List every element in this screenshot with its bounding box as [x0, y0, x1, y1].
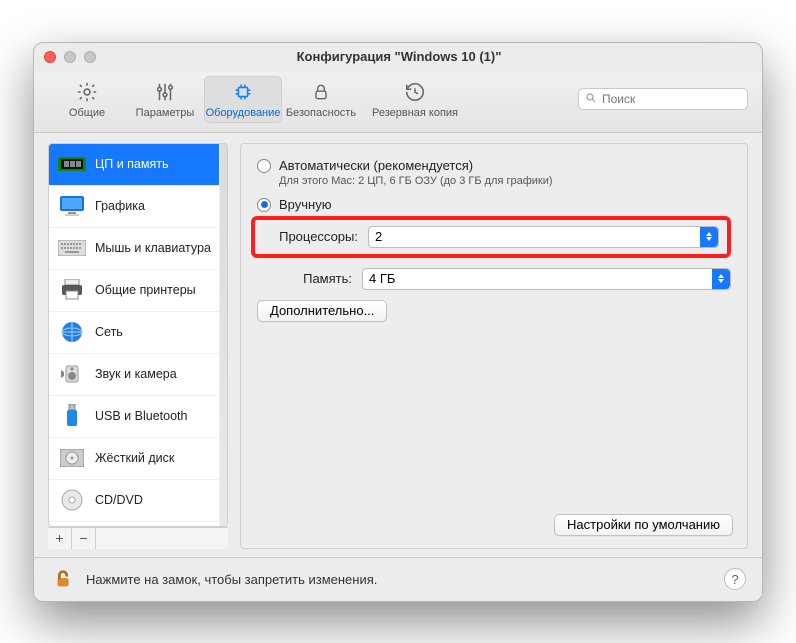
- search-field[interactable]: [578, 88, 748, 110]
- window-title: Конфигурация "Windows 10 (1)": [46, 49, 752, 64]
- toolbar-tab-general[interactable]: Общие: [48, 76, 126, 123]
- printer-icon: [57, 277, 87, 303]
- gear-icon: [75, 80, 99, 104]
- speaker-icon: [57, 361, 87, 387]
- processors-label: Процессоры:: [263, 229, 358, 244]
- sidebar-item-graphics[interactable]: Графика: [49, 186, 219, 228]
- titlebar: Конфигурация "Windows 10 (1)": [34, 43, 762, 71]
- sidebar-item-cddvd[interactable]: CD/DVD: [49, 480, 219, 522]
- footer: Нажмите на замок, чтобы запретить измене…: [34, 557, 762, 601]
- hdd-icon: [57, 445, 87, 471]
- processors-select[interactable]: 2: [368, 226, 719, 248]
- search-input[interactable]: [602, 92, 757, 106]
- sidebar-item-label: Сеть: [95, 325, 123, 339]
- sidebar-scrollbar[interactable]: [219, 144, 227, 526]
- toolbar-tab-options[interactable]: Параметры: [126, 76, 204, 123]
- sidebar-item-label: Звук и камера: [95, 367, 177, 381]
- toolbar-label: Общие: [69, 107, 105, 119]
- stepper-arrows-icon: [700, 227, 718, 247]
- hardware-sidebar: ЦП и память Графика Мышь и: [48, 143, 228, 527]
- sidebar-item-label: ЦП и память: [95, 157, 168, 171]
- sidebar-item-label: USB и Bluetooth: [95, 409, 187, 423]
- body: ЦП и память Графика Мышь и: [34, 133, 762, 557]
- search-icon: [585, 92, 597, 107]
- sidebar-item-sound[interactable]: Звук и камера: [49, 354, 219, 396]
- sidebar-item-label: Жёсткий диск: [95, 451, 174, 465]
- lock-icon: [309, 80, 333, 104]
- toolbar-label: Безопасность: [286, 107, 356, 119]
- toolbar-tab-hardware[interactable]: Оборудование: [204, 76, 282, 123]
- toolbar-label: Оборудование: [206, 107, 281, 119]
- sidebar-item-cpu[interactable]: ЦП и память: [49, 144, 219, 186]
- defaults-button[interactable]: Настройки по умолчанию: [554, 514, 733, 536]
- mode-auto-label: Автоматически (рекомендуется): [279, 158, 473, 173]
- monitor-icon: [57, 193, 87, 219]
- usb-icon: [57, 403, 87, 429]
- chip-icon: [231, 80, 255, 104]
- config-window: Конфигурация "Windows 10 (1)" Общие Пара…: [33, 42, 763, 602]
- history-icon: [403, 80, 427, 104]
- sidebar-item-hdd[interactable]: Жёсткий диск: [49, 438, 219, 480]
- radio-auto[interactable]: [257, 159, 271, 173]
- content-panel: Автоматически (рекомендуется) Для этого …: [240, 143, 748, 549]
- sidebar-item-label: Графика: [95, 199, 145, 213]
- toolbar-tab-security[interactable]: Безопасность: [282, 76, 360, 123]
- keyboard-icon: [57, 235, 87, 261]
- cpu-icon: [57, 151, 87, 177]
- toolbar: Общие Параметры Оборудование: [34, 71, 762, 133]
- toolbar-tab-backup[interactable]: Резервная копия: [360, 76, 470, 123]
- mode-manual-label: Вручную: [279, 197, 331, 212]
- sidebar-item-mouse[interactable]: Мышь и клавиатура: [49, 228, 219, 270]
- memory-label: Память:: [257, 271, 352, 286]
- sidebar-item-label: Мышь и клавиатура: [95, 241, 211, 255]
- sidebar-item-usb[interactable]: USB и Bluetooth: [49, 396, 219, 438]
- processors-highlight: Процессоры: 2: [251, 216, 731, 258]
- stepper-arrows-icon: [712, 269, 730, 289]
- lock-button[interactable]: [50, 566, 76, 592]
- mode-auto-sub: Для этого Mac: 2 ЦП, 6 ГБ ОЗУ (до 3 ГБ д…: [279, 175, 731, 187]
- sidebar-add-remove: + −: [48, 527, 228, 549]
- sidebar-item-label: CD/DVD: [95, 493, 143, 507]
- sliders-icon: [153, 80, 177, 104]
- memory-select[interactable]: 4 ГБ: [362, 268, 731, 290]
- help-button[interactable]: ?: [724, 568, 746, 590]
- remove-device-button[interactable]: −: [72, 528, 96, 549]
- sidebar-item-printers[interactable]: Общие принтеры: [49, 270, 219, 312]
- advanced-button[interactable]: Дополнительно...: [257, 300, 387, 322]
- sidebar-item-network[interactable]: Сеть: [49, 312, 219, 354]
- mode-auto-row[interactable]: Автоматически (рекомендуется): [257, 158, 731, 173]
- globe-icon: [57, 319, 87, 345]
- lock-text: Нажмите на замок, чтобы запретить измене…: [86, 572, 377, 587]
- mode-manual-row[interactable]: Вручную: [257, 197, 731, 212]
- processors-value: 2: [375, 229, 382, 244]
- add-device-button[interactable]: +: [48, 528, 72, 549]
- toolbar-label: Параметры: [136, 107, 195, 119]
- toolbar-label: Резервная копия: [372, 107, 458, 119]
- disc-icon: [57, 487, 87, 513]
- sidebar-item-label: Общие принтеры: [95, 283, 196, 297]
- memory-value: 4 ГБ: [369, 271, 395, 286]
- radio-manual[interactable]: [257, 198, 271, 212]
